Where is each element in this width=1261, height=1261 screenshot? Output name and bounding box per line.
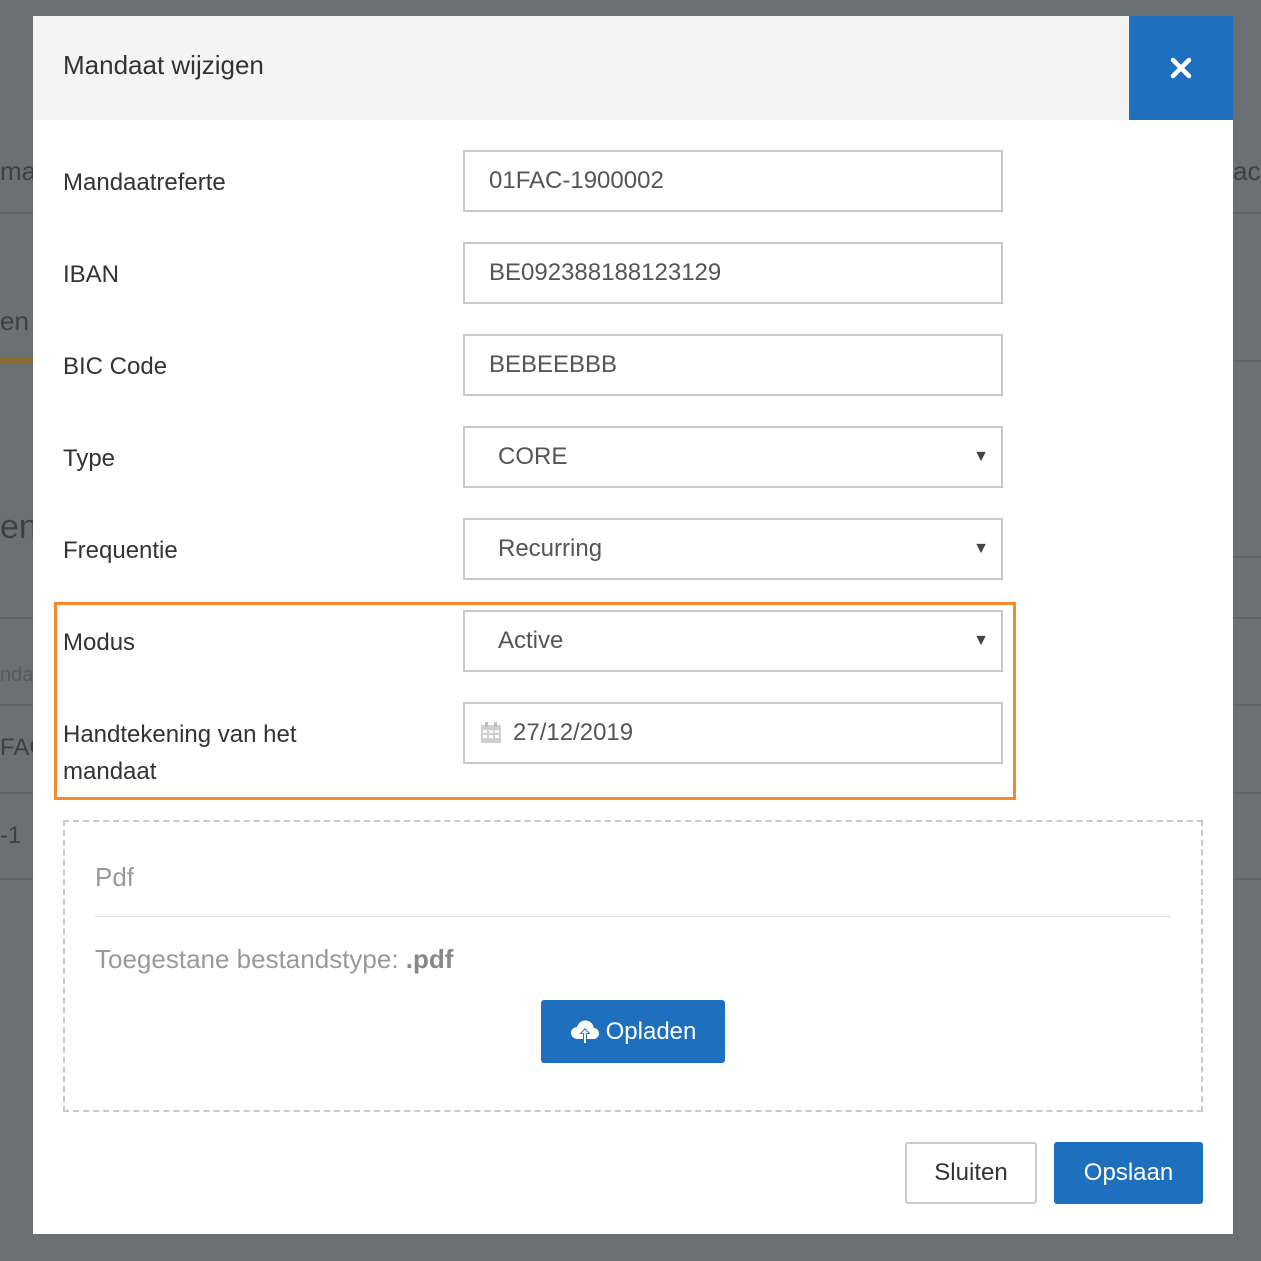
background-divider — [0, 617, 33, 619]
background-tab-underline — [0, 358, 33, 363]
frequency-value: Recurring — [498, 535, 603, 562]
mode-value: Active — [498, 627, 564, 654]
close-button[interactable] — [1129, 16, 1233, 120]
close-icon — [1170, 57, 1192, 79]
background-divider — [0, 704, 33, 706]
background-divider — [1233, 212, 1261, 214]
save-button[interactable]: Opslaan — [1054, 1142, 1203, 1204]
type-value: CORE — [498, 443, 568, 470]
background-divider — [1233, 792, 1261, 794]
calendar-icon — [479, 721, 503, 745]
iban-label: IBAN — [63, 261, 120, 288]
upload-button-label: Opladen — [605, 1017, 697, 1045]
chevron-down-icon: ▼ — [973, 632, 989, 649]
signature-date-value: 27/12/2019 — [513, 719, 634, 746]
mode-select[interactable]: Active ▼ — [463, 610, 1003, 672]
allowed-filetype-ext: .pdf — [405, 944, 454, 974]
signature-label: Handtekening van het mandaat — [63, 721, 297, 785]
background-divider — [1233, 878, 1261, 880]
frequency-select[interactable]: Recurring ▼ — [463, 518, 1003, 580]
reference-value: 01FAC-1900002 — [489, 167, 664, 194]
type-select[interactable]: CORE ▼ — [463, 426, 1003, 488]
allowed-filetype-prefix: Toegestane bestandstype: — [95, 944, 399, 974]
frequency-label: Frequentie — [63, 537, 178, 564]
iban-value: BE092388188123129 — [489, 259, 722, 286]
background-divider — [1233, 617, 1261, 619]
edit-mandate-modal: Mandaat wijzigen Mandaatreferte 01FAC-19… — [33, 16, 1233, 1234]
background-divider — [1233, 704, 1261, 706]
background-text-fragment: ack — [1233, 156, 1261, 186]
close-dialog-button[interactable]: Sluiten — [905, 1142, 1037, 1204]
background-divider — [0, 212, 33, 214]
cloud-upload-icon — [570, 1019, 600, 1045]
bic-label: BIC Code — [63, 353, 168, 380]
background-divider — [1233, 360, 1261, 362]
bic-value: BEBEEBBB — [489, 351, 618, 378]
reference-label: Mandaatreferte — [63, 169, 226, 196]
background-text-fragment: -1 — [0, 822, 22, 849]
bic-input[interactable]: BEBEEBBB — [463, 334, 1003, 396]
pdf-upload-dropzone[interactable]: Pdf Toegestane bestandstype: .pdf Oplade… — [63, 820, 1203, 1112]
mode-label: Modus — [63, 629, 136, 656]
reference-input[interactable]: 01FAC-1900002 — [463, 150, 1003, 212]
allowed-filetype-hint: Toegestane bestandstype: .pdf — [95, 944, 453, 975]
upload-title: Pdf — [95, 862, 135, 892]
background-divider — [0, 792, 33, 794]
background-text-fragment: nda — [0, 664, 34, 686]
background-divider — [1233, 556, 1261, 558]
background-divider — [0, 878, 33, 880]
upload-divider — [95, 916, 1171, 917]
iban-input[interactable]: BE092388188123129 — [463, 242, 1003, 304]
chevron-down-icon: ▼ — [973, 448, 989, 465]
modal-header: Mandaat wijzigen — [33, 16, 1233, 120]
signature-date-input[interactable]: 27/12/2019 — [463, 702, 1003, 764]
chevron-down-icon: ▼ — [973, 540, 989, 557]
type-label: Type — [63, 445, 116, 472]
background-text-fragment: en — [0, 306, 29, 336]
upload-button[interactable]: Opladen — [541, 1000, 725, 1063]
modal-title: Mandaat wijzigen — [63, 50, 264, 80]
